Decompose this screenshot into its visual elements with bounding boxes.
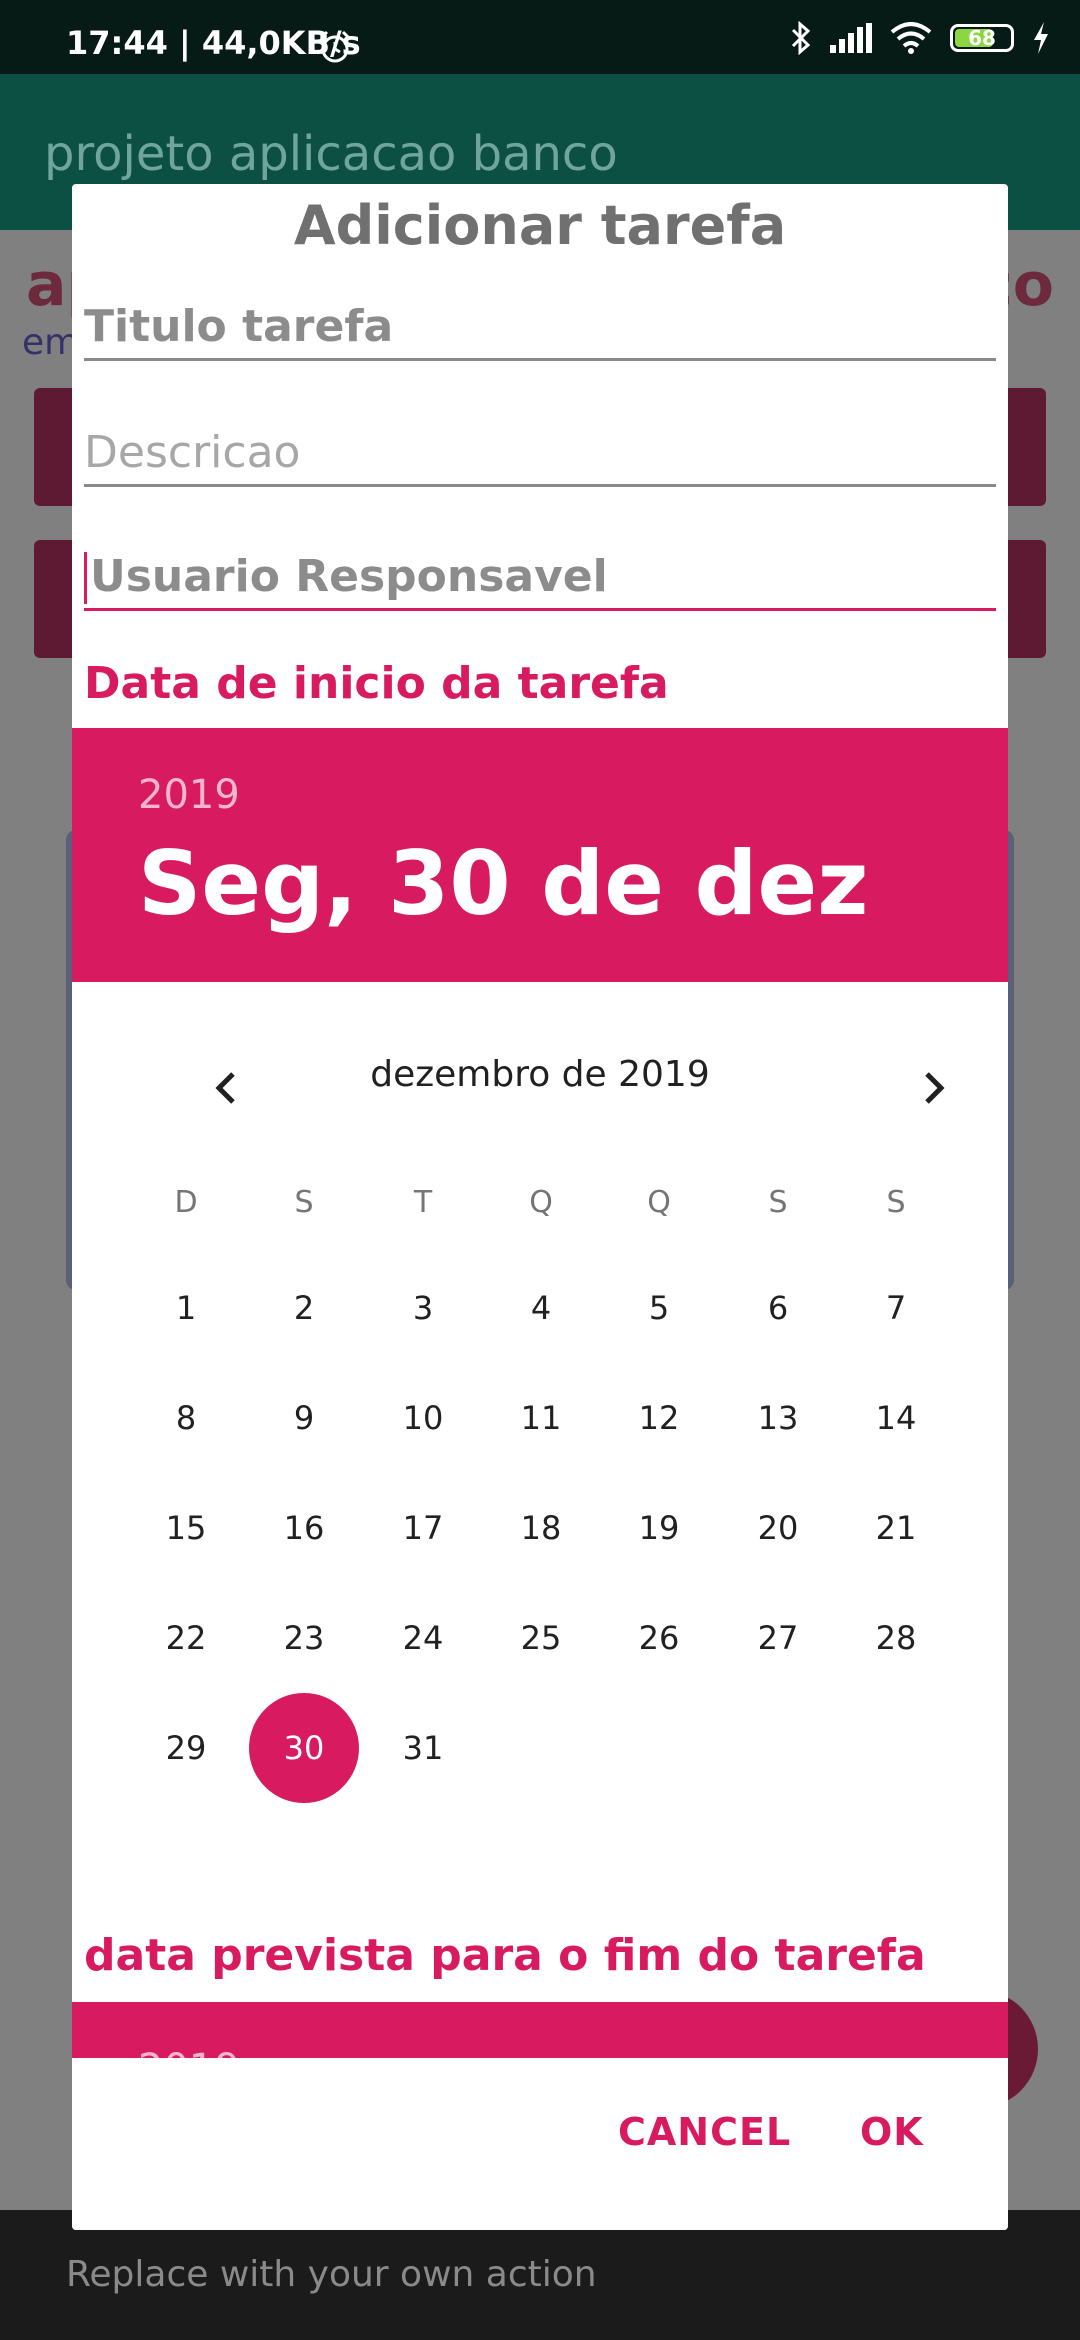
calendar-day-selected[interactable]: 30 bbox=[249, 1693, 359, 1803]
weekday-header: S bbox=[294, 1184, 314, 1220]
alarm-icon bbox=[319, 30, 351, 63]
start-date-label: Data de inicio da tarefa bbox=[84, 658, 669, 709]
weekday-header: S bbox=[768, 1184, 788, 1220]
calendar-day[interactable]: 1 bbox=[131, 1253, 241, 1363]
wifi-icon bbox=[890, 22, 932, 54]
calendar-day[interactable]: 29 bbox=[131, 1693, 241, 1803]
calendar-day[interactable]: 14 bbox=[841, 1363, 951, 1473]
date-picker-header: 2019 Seg, 30 de dez bbox=[72, 728, 1008, 982]
end-date-picker-header: 2019 bbox=[72, 2002, 1008, 2062]
cancel-button[interactable]: CANCEL bbox=[618, 2110, 791, 2154]
calendar-day[interactable]: 23 bbox=[249, 1583, 359, 1693]
signal-icon bbox=[830, 23, 872, 53]
bluetooth-icon bbox=[791, 21, 811, 55]
dialog-actions: CANCEL OK bbox=[72, 2058, 1008, 2230]
calendar-day[interactable]: 20 bbox=[723, 1473, 833, 1583]
task-title-input[interactable] bbox=[84, 298, 996, 354]
battery-icon: 68 bbox=[950, 24, 1014, 52]
calendar-day[interactable]: 19 bbox=[604, 1473, 714, 1583]
month-label: dezembro de 2019 bbox=[370, 1054, 710, 1095]
calendar-day[interactable]: 12 bbox=[604, 1363, 714, 1473]
responsible-user-field bbox=[84, 548, 1002, 611]
app-title: projeto aplicacao banco bbox=[44, 126, 618, 182]
calendar-day[interactable]: 2 bbox=[249, 1253, 359, 1363]
calendar-day[interactable]: 17 bbox=[368, 1473, 478, 1583]
picker-year[interactable]: 2019 bbox=[138, 772, 240, 818]
status-bar: 17:44 | 44,0KB/s 68 bbox=[0, 0, 1080, 74]
text-cursor bbox=[84, 552, 87, 604]
status-time: 17:44 | 44,0KB/s bbox=[66, 24, 361, 62]
calendar-day[interactable]: 7 bbox=[841, 1253, 951, 1363]
calendar-day[interactable]: 9 bbox=[249, 1363, 359, 1473]
calendar-day[interactable]: 25 bbox=[486, 1583, 596, 1693]
status-icons: 68 bbox=[790, 20, 1050, 56]
calendar-day[interactable]: 5 bbox=[604, 1253, 714, 1363]
calendar-day[interactable]: 31 bbox=[368, 1693, 478, 1803]
calendar-day[interactable]: 15 bbox=[131, 1473, 241, 1583]
background-subtitle: em bbox=[22, 322, 80, 363]
dialog-title: Adicionar tarefa bbox=[293, 194, 787, 257]
weekday-header: S bbox=[886, 1184, 906, 1220]
calendar-day[interactable]: 18 bbox=[486, 1473, 596, 1583]
description-field bbox=[84, 424, 996, 487]
end-date-label: data prevista para o fim do tarefa bbox=[84, 1930, 926, 1981]
calendar-day[interactable]: 21 bbox=[841, 1473, 951, 1583]
calendar-day[interactable]: 28 bbox=[841, 1583, 951, 1693]
calendar-day[interactable]: 3 bbox=[368, 1253, 478, 1363]
calendar-day[interactable]: 13 bbox=[723, 1363, 833, 1473]
charging-icon bbox=[1034, 22, 1048, 54]
calendar-day[interactable]: 27 bbox=[723, 1583, 833, 1693]
ok-button[interactable]: OK bbox=[860, 2110, 924, 2154]
weekday-header: Q bbox=[529, 1184, 553, 1220]
calendar-day[interactable]: 4 bbox=[486, 1253, 596, 1363]
calendar-day[interactable]: 16 bbox=[249, 1473, 359, 1583]
picker-selected-date[interactable]: Seg, 30 de dez bbox=[138, 832, 868, 935]
calendar-day[interactable]: 24 bbox=[368, 1583, 478, 1693]
weekday-header: D bbox=[174, 1184, 198, 1220]
weekday-header: T bbox=[413, 1184, 433, 1220]
next-month-button[interactable] bbox=[894, 1048, 974, 1128]
calendar-day[interactable]: 6 bbox=[723, 1253, 833, 1363]
calendar-day[interactable]: 10 bbox=[368, 1363, 478, 1473]
description-input[interactable] bbox=[84, 424, 996, 480]
responsible-user-input[interactable] bbox=[84, 548, 1002, 604]
battery-level: 68 bbox=[968, 26, 996, 50]
calendar-day[interactable]: 26 bbox=[604, 1583, 714, 1693]
title-field bbox=[84, 298, 996, 361]
calendar-day[interactable]: 22 bbox=[131, 1583, 241, 1693]
chevron-right-icon bbox=[925, 1072, 945, 1104]
add-task-dialog: Adicionar tarefa Data de inicio da taref… bbox=[72, 184, 1008, 2230]
calendar-day[interactable]: 11 bbox=[486, 1363, 596, 1473]
snackbar-text: Replace with your own action bbox=[66, 2254, 597, 2295]
calendar-day[interactable]: 8 bbox=[131, 1363, 241, 1473]
weekday-header: Q bbox=[647, 1184, 671, 1220]
